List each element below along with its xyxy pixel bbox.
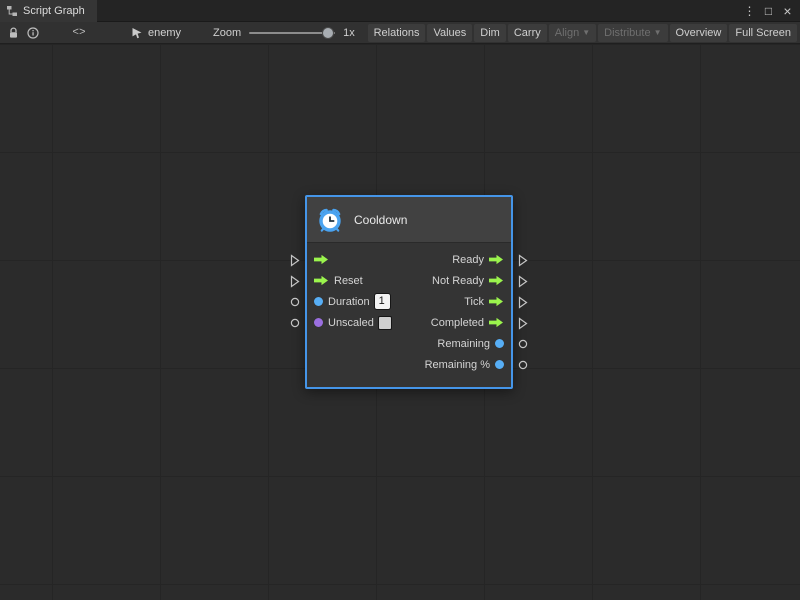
full-screen-button[interactable]: Full Screen <box>729 24 797 42</box>
zoom-label: Zoom <box>213 27 241 39</box>
zoom-value: 1x <box>343 27 355 39</box>
port-not-ready[interactable]: Not Ready <box>432 275 504 287</box>
script-graph-icon <box>6 5 18 17</box>
node-header[interactable]: Cooldown <box>307 197 511 243</box>
chevron-down-icon: ▼ <box>654 24 662 42</box>
zoom-slider-handle[interactable] <box>323 28 333 38</box>
overview-button[interactable]: Overview <box>670 24 728 42</box>
dim-button[interactable]: Dim <box>474 24 506 42</box>
graph-canvas[interactable]: Cooldown Ready Reset Not Ready <box>0 44 800 600</box>
node-body: Ready Reset Not Ready Duration 1 <box>307 243 511 387</box>
window-controls: ⋮ □ × <box>741 2 800 20</box>
maximize-button[interactable]: □ <box>760 2 777 20</box>
external-flow-connector[interactable] <box>518 296 528 309</box>
flow-port-icon <box>489 317 504 328</box>
values-button[interactable]: Values <box>427 24 472 42</box>
node-row: Unscaled Completed <box>307 312 511 333</box>
port-unscaled[interactable]: Unscaled <box>314 317 391 329</box>
chevron-down-icon: ▼ <box>582 24 590 42</box>
flow-port-icon <box>489 296 504 307</box>
close-button[interactable]: × <box>779 2 796 20</box>
port-remaining[interactable]: Remaining <box>437 338 504 350</box>
target-pointer-icon <box>131 27 143 39</box>
lock-icon[interactable] <box>3 24 23 42</box>
node-row: Remaining % <box>307 354 511 375</box>
node-row: Duration 1 Tick <box>307 291 511 312</box>
graph-toolbar: <> enemy Zoom 1x Relations Values Dim Ca… <box>0 22 800 44</box>
info-icon[interactable] <box>23 24 43 42</box>
duration-input[interactable]: 1 <box>375 294 390 309</box>
flow-port-icon <box>314 254 329 265</box>
port-reset[interactable]: Reset <box>314 275 363 287</box>
flow-port-icon <box>489 275 504 286</box>
unscaled-checkbox[interactable] <box>379 317 391 329</box>
port-label: Unscaled <box>328 317 374 329</box>
external-flow-connector[interactable] <box>290 275 300 288</box>
graph-target[interactable]: enemy <box>131 27 181 39</box>
port-label: Remaining <box>437 338 490 350</box>
flow-port-icon <box>489 254 504 265</box>
value-port-icon <box>495 339 504 348</box>
port-duration[interactable]: Duration 1 <box>314 294 390 309</box>
tab-script-graph[interactable]: Script Graph <box>0 0 97 22</box>
zoom-control: Zoom 1x <box>213 27 355 39</box>
port-completed[interactable]: Completed <box>431 317 504 329</box>
external-value-connector[interactable] <box>290 318 300 328</box>
node-row: Reset Not Ready <box>307 270 511 291</box>
port-label: Not Ready <box>432 275 484 287</box>
carry-button[interactable]: Carry <box>508 24 547 42</box>
external-flow-connector[interactable] <box>290 254 300 267</box>
node-title: Cooldown <box>354 213 407 227</box>
zoom-slider[interactable] <box>249 32 335 34</box>
external-value-connector[interactable] <box>518 339 528 349</box>
external-value-connector[interactable] <box>518 360 528 370</box>
toolbar-buttons: Relations Values Dim Carry Align ▼ Distr… <box>366 24 797 42</box>
node-row: Remaining <box>307 333 511 354</box>
external-flow-connector[interactable] <box>518 254 528 267</box>
value-port-icon <box>314 318 323 327</box>
align-button: Align ▼ <box>549 24 596 42</box>
port-ready[interactable]: Ready <box>452 254 504 266</box>
external-value-connector[interactable] <box>290 297 300 307</box>
distribute-button: Distribute ▼ <box>598 24 667 42</box>
port-label: Reset <box>334 275 363 287</box>
value-port-icon <box>495 360 504 369</box>
port-label: Duration <box>328 296 370 308</box>
port-label: Ready <box>452 254 484 266</box>
value-port-icon <box>314 297 323 306</box>
port-label: Remaining % <box>425 359 490 371</box>
relations-button[interactable]: Relations <box>368 24 426 42</box>
external-flow-connector[interactable] <box>518 275 528 288</box>
code-view-icon[interactable]: <> <box>69 24 89 42</box>
flow-port-icon <box>314 275 329 286</box>
title-bar: Script Graph ⋮ □ × <box>0 0 800 22</box>
port-label: Tick <box>464 296 484 308</box>
target-name: enemy <box>148 27 181 39</box>
port-label: Completed <box>431 317 484 329</box>
port-tick[interactable]: Tick <box>464 296 504 308</box>
port-flow-in[interactable] <box>314 254 329 265</box>
node-row: Ready <box>307 249 511 270</box>
tab-title: Script Graph <box>23 5 85 17</box>
alarm-clock-icon <box>317 207 343 233</box>
cooldown-node[interactable]: Cooldown Ready Reset Not Ready <box>305 195 513 389</box>
external-flow-connector[interactable] <box>518 317 528 330</box>
port-remaining-percent[interactable]: Remaining % <box>425 359 504 371</box>
window-menu-button[interactable]: ⋮ <box>741 2 758 20</box>
